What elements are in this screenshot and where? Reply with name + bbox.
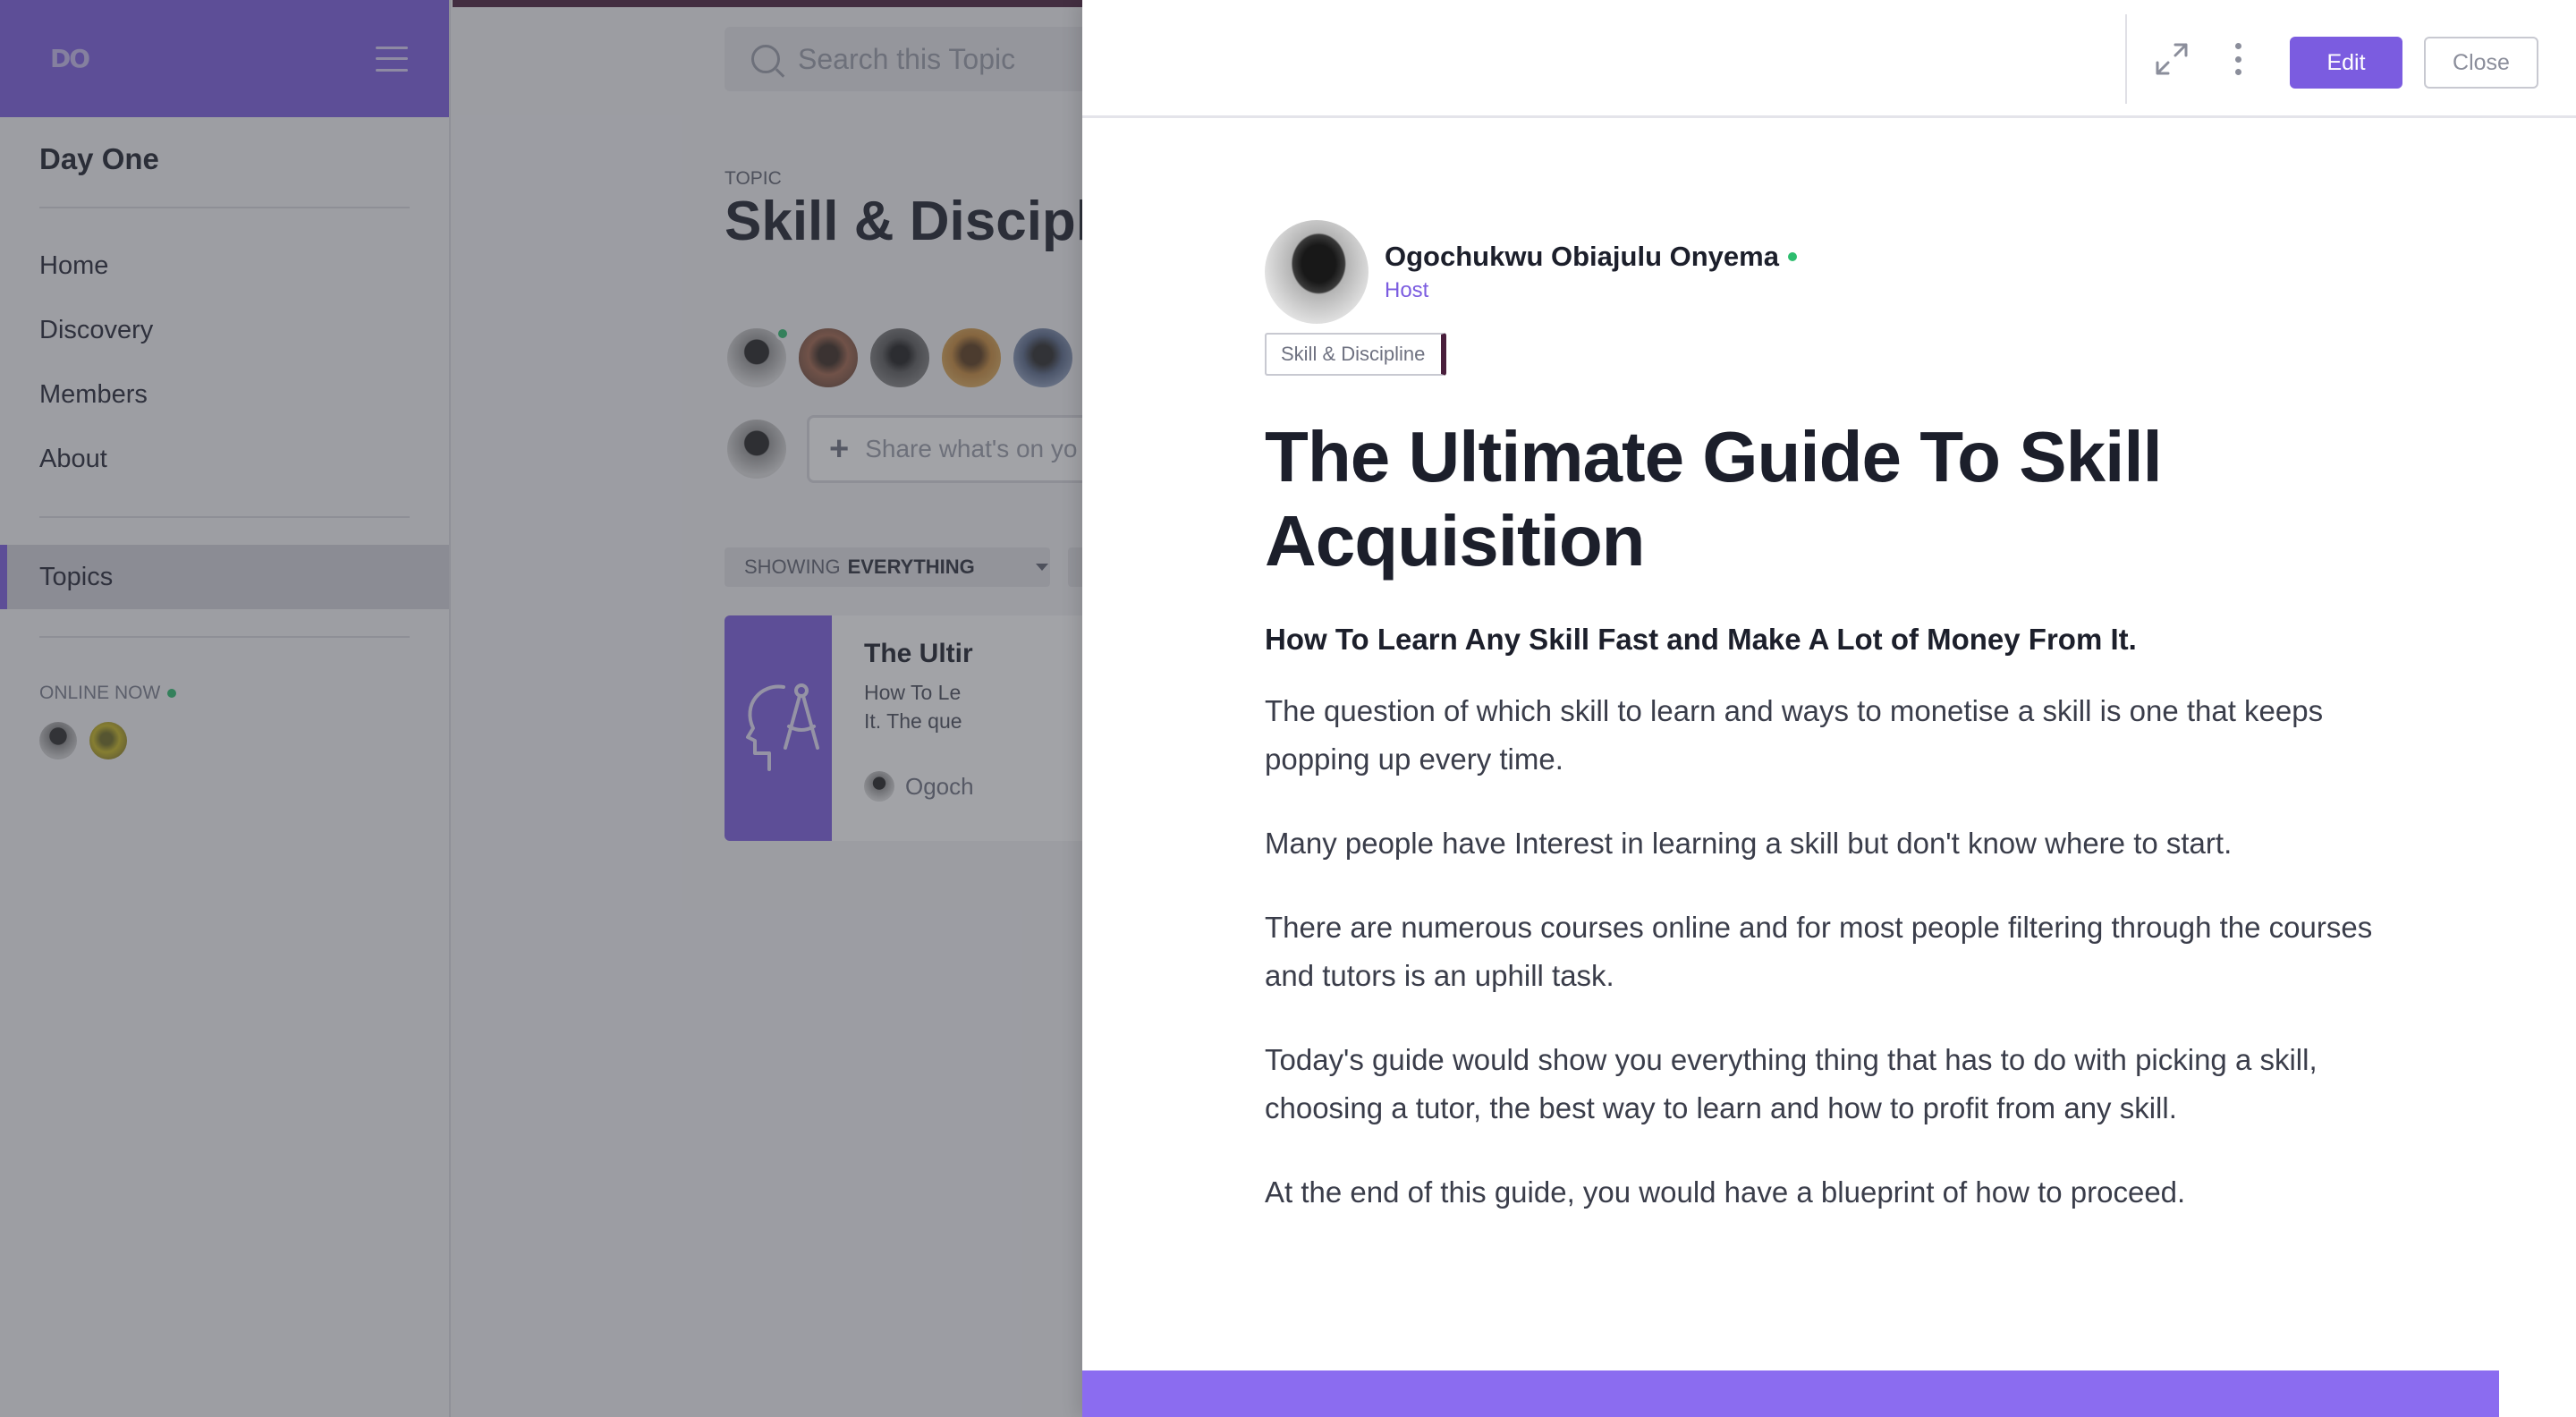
post-detail-panel: Edit Close Ogochukwu Obiajulu Onyema Hos… — [1082, 0, 2576, 1417]
author-info: Ogochukwu Obiajulu Onyema Host — [1385, 241, 1797, 303]
author-name-text: Ogochukwu Obiajulu Onyema — [1385, 241, 1779, 272]
author-name[interactable]: Ogochukwu Obiajulu Onyema — [1385, 241, 1797, 273]
toolbar-divider — [2125, 14, 2127, 104]
article-paragraph: Many people have Interest in learning a … — [1265, 827, 2233, 860]
edit-button[interactable]: Edit — [2290, 37, 2402, 89]
modal-backdrop[interactable] — [0, 0, 1084, 1417]
topic-tag[interactable]: Skill & Discipline — [1265, 333, 1447, 376]
post-article: Ogochukwu Obiajulu Onyema Host Skill & D… — [1265, 220, 2392, 1217]
article-title: The Ultimate Guide To Skill Acquisition — [1265, 417, 2163, 581]
close-button[interactable]: Close — [2424, 37, 2538, 89]
article-paragraph: There are numerous courses online and fo… — [1265, 911, 2373, 992]
author-avatar[interactable] — [1265, 220, 1368, 324]
panel-footer-bar — [1082, 1370, 2499, 1417]
panel-toolbar: Edit Close — [1082, 0, 2576, 118]
article-paragraph: The question of which skill to learn and… — [1265, 694, 2324, 776]
author-row: Ogochukwu Obiajulu Onyema Host — [1265, 220, 2392, 324]
more-options-icon[interactable] — [2229, 39, 2247, 79]
article-paragraph: At the end of this guide, you would have… — [1265, 1175, 2186, 1209]
online-dot-icon — [1787, 252, 1797, 261]
article-paragraph: Today's guide would show you everything … — [1265, 1043, 2318, 1124]
author-role: Host — [1385, 278, 1429, 302]
article-subtitle: How To Learn Any Skill Fast and Make A L… — [1265, 623, 2137, 656]
expand-icon[interactable] — [2152, 39, 2191, 79]
